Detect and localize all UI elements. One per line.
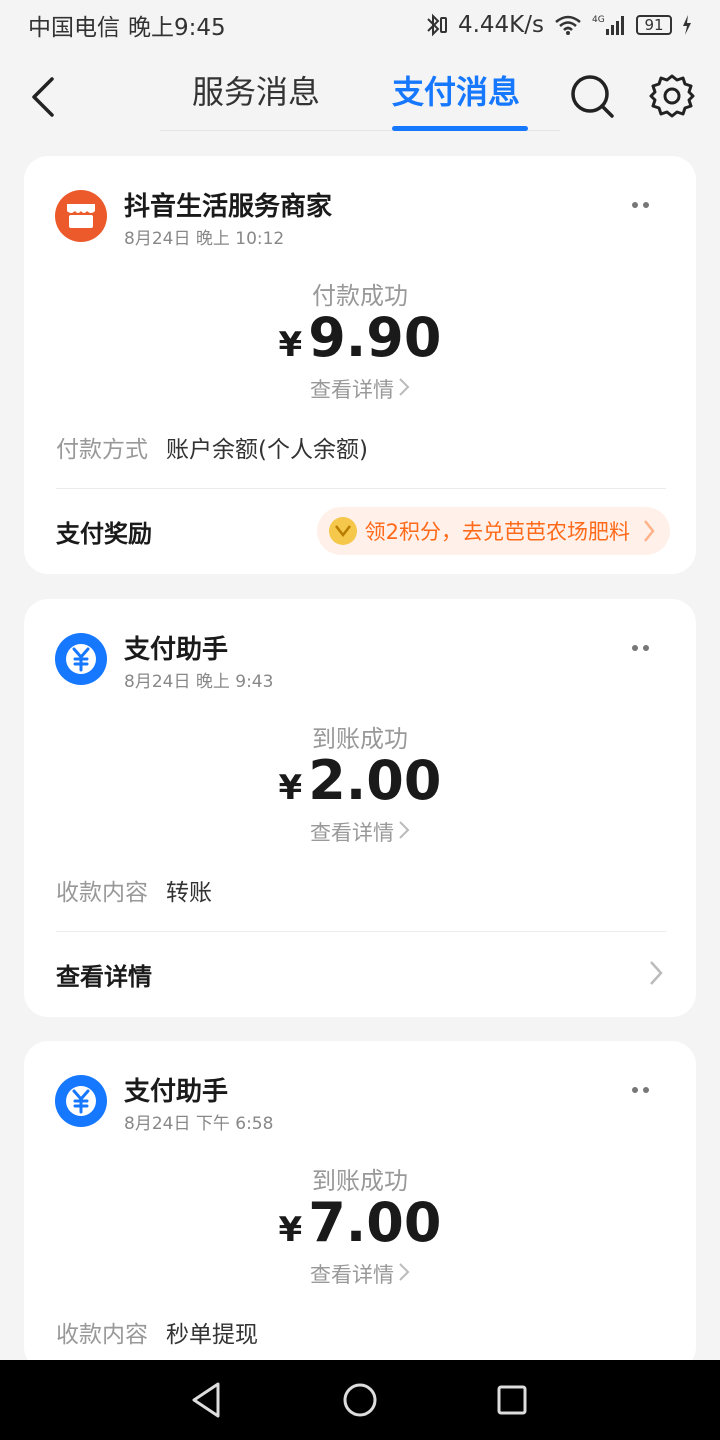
chevron-right-icon [398, 1262, 410, 1287]
field-value: 秒单提现 [166, 1322, 258, 1348]
payment-content-row: 收款内容 秒单提现 [56, 1315, 258, 1349]
payment-method-row: 付款方式 账户余额(个人余额) [56, 430, 368, 464]
yuan-icon [66, 644, 96, 674]
tab-service-messages[interactable]: 服务消息 [192, 70, 320, 118]
chevron-right-icon[interactable] [648, 959, 664, 991]
amount-value: 7.00 [308, 1191, 442, 1254]
sender-name: 支付助手 [124, 635, 229, 665]
field-label: 收款内容 [56, 1322, 148, 1348]
back-button[interactable] [28, 72, 68, 122]
active-tab-indicator [392, 126, 528, 131]
merchant-avatar [55, 190, 107, 242]
transaction-amount: ¥9.90 [24, 306, 696, 369]
more-options-icon[interactable] [632, 1085, 656, 1095]
network-type-label: 4G [592, 15, 605, 25]
wifi-icon [554, 14, 582, 36]
chevron-right-icon [398, 820, 410, 845]
message-time: 8月24日 晚上 10:12 [124, 229, 285, 249]
status-bar: 中国电信 晚上9:45 4.44K/s 4G 91 [0, 0, 720, 50]
view-detail-label: 查看详情 [310, 378, 394, 402]
view-detail-label: 查看详情 [310, 1263, 394, 1287]
circle-home-icon [343, 1383, 377, 1417]
message-time: 8月24日 下午 6:58 [124, 1114, 274, 1134]
view-detail-link[interactable]: 查看详情 [24, 817, 696, 847]
chevron-left-icon [32, 77, 54, 117]
field-value: 转账 [166, 880, 212, 906]
payment-content-row: 收款内容 转账 [56, 873, 212, 907]
amount-value: 2.00 [308, 749, 442, 812]
clock: 晚上9:45 [128, 15, 226, 41]
amount-value: 9.90 [308, 306, 442, 369]
triangle-back-icon [192, 1382, 220, 1418]
payment-reward-label: 支付奖励 [56, 520, 152, 548]
square-recents-icon [497, 1385, 527, 1415]
field-value: 账户余额(个人余额) [166, 437, 368, 463]
search-button[interactable] [568, 72, 616, 120]
view-detail-link[interactable]: 查看详情 [24, 1259, 696, 1289]
more-options-icon[interactable] [632, 200, 656, 210]
payment-card[interactable]: 支付助手 8月24日 晚上 9:43 到账成功 ¥2.00 查看详情 收款内容转… [24, 599, 696, 1017]
tab-payment-messages[interactable]: 支付消息 [392, 70, 520, 118]
currency-symbol: ¥ [278, 1210, 303, 1250]
payment-card[interactable]: 抖音生活服务商家 8月24日 晚上 10:12 付款成功 ¥9.90 查看详情 … [24, 156, 696, 574]
bluetooth-icon [422, 13, 448, 37]
cellular-signal-icon: 4G [592, 13, 626, 37]
message-time: 8月24日 晚上 9:43 [124, 672, 274, 692]
status-left: 中国电信 晚上9:45 [28, 8, 226, 42]
carrier-label: 中国电信 [28, 15, 120, 41]
assistant-avatar [55, 633, 107, 685]
view-detail-footer[interactable]: 查看详情 [56, 957, 152, 992]
reward-text: 领2积分，去兑芭芭农场肥料 [364, 520, 630, 544]
store-icon [67, 204, 95, 228]
network-speed: 4.44K/s [457, 12, 544, 38]
field-label: 付款方式 [56, 437, 148, 463]
charging-icon [682, 15, 692, 35]
battery-level: 91 [644, 16, 664, 34]
card-divider [56, 931, 666, 932]
yuan-icon [66, 1086, 96, 1116]
card-divider [56, 488, 666, 489]
chevron-right-icon [398, 377, 410, 402]
view-detail-label: 查看详情 [310, 821, 394, 845]
payment-card[interactable]: 支付助手 8月24日 下午 6:58 到账成功 ¥7.00 查看详情 收款内容秒… [24, 1041, 696, 1371]
more-options-icon[interactable] [632, 643, 656, 653]
gear-icon [649, 74, 695, 118]
battery-icon: 91 [636, 15, 672, 35]
field-label: 收款内容 [56, 880, 148, 906]
transaction-amount: ¥2.00 [24, 749, 696, 812]
sender-name: 支付助手 [124, 1077, 229, 1107]
system-navigation-bar [0, 1360, 720, 1440]
sender-name: 抖音生活服务商家 [124, 192, 333, 222]
currency-symbol: ¥ [278, 325, 303, 365]
currency-symbol: ¥ [278, 768, 303, 808]
view-detail-link[interactable]: 查看详情 [24, 374, 696, 404]
settings-button[interactable] [648, 72, 696, 120]
search-icon [571, 75, 614, 118]
system-recents-button[interactable] [496, 1384, 528, 1420]
reward-button[interactable]: 领2积分，去兑芭芭农场肥料 [316, 507, 670, 555]
chevron-right-icon [642, 518, 656, 548]
coin-icon [328, 517, 357, 545]
system-back-button[interactable] [188, 1380, 224, 1424]
status-right: 4.44K/s 4G 91 [422, 12, 692, 38]
system-home-button[interactable] [342, 1380, 378, 1424]
transaction-amount: ¥7.00 [24, 1191, 696, 1254]
assistant-avatar [55, 1075, 107, 1127]
